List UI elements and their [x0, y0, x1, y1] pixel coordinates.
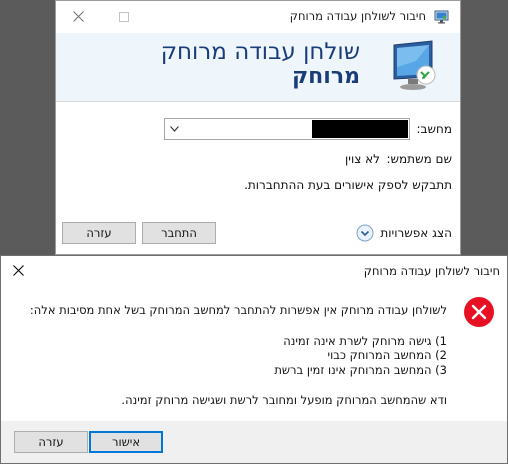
banner-title: שולחן עבודה מרוחק: [160, 39, 360, 65]
ok-button[interactable]: אישור: [89, 431, 163, 453]
dialog-footer: אישור עזרה: [1, 421, 507, 463]
error-advice: ודא שהמחשב המרוחק מופעל ומחובר לרשת ושגי…: [121, 393, 447, 407]
divider: [56, 101, 460, 102]
expand-options-icon[interactable]: [356, 224, 374, 242]
title-bar: חיבור לשולחן עבודה מרוחק: [56, 1, 460, 33]
window-title: חיבור לשולחן עבודה מרוחק: [289, 9, 426, 23]
error-reason: 2) המחשב המרוחק כבוי: [327, 348, 447, 362]
credentials-note: תתבקש לספק אישורים בעת ההתחברות.: [244, 178, 452, 192]
computer-combobox[interactable]: [164, 118, 410, 140]
header-banner: שולחן עבודה מרוחק מרוחק: [56, 33, 460, 101]
close-button[interactable]: [56, 1, 100, 31]
connect-button[interactable]: התחבר: [142, 222, 216, 244]
help-button[interactable]: עזרה: [62, 222, 136, 244]
computer-value-redacted: [312, 120, 408, 138]
error-dialog: חיבור לשולחן עבודה מרוחק לשולחן עבודה מר…: [0, 255, 508, 464]
maximize-button[interactable]: [102, 1, 146, 31]
error-reason: 1) גישה מרוחק לשרת אינה זמינה: [283, 334, 447, 348]
username-label: שם משתמש:: [386, 152, 452, 166]
show-options-label: הצג אפשרויות: [380, 226, 452, 240]
close-icon: [12, 261, 24, 280]
help-button[interactable]: עזרה: [14, 431, 88, 453]
close-icon: [72, 7, 84, 26]
computer-label: מחשב:: [416, 122, 452, 136]
username-value: לא צוין: [345, 152, 380, 166]
error-icon: [463, 296, 495, 328]
show-options-toggle[interactable]: הצג אפשרויות: [356, 224, 452, 242]
remote-desktop-window: חיבור לשולחן עבודה מרוחק שולחן עבודה מרו…: [55, 0, 461, 255]
dialog-title: חיבור לשולחן עבודה מרוחק: [363, 264, 500, 278]
remote-desktop-icon: [434, 9, 450, 24]
dialog-title-bar: חיבור לשולחן עבודה מרוחק: [1, 256, 507, 286]
banner-subtitle: מרוחק: [291, 64, 360, 89]
monitor-connection-icon: [388, 39, 444, 95]
error-message: לשולחן עבודה מרוחק אין אפשרות להתחבר למח…: [29, 303, 447, 317]
error-reason: 3) המחשב המרוחק אינו זמין ברשת: [274, 363, 447, 377]
dialog-close-button[interactable]: [1, 256, 35, 284]
maximize-icon: [119, 7, 129, 26]
chevron-down-icon[interactable]: [167, 121, 181, 137]
